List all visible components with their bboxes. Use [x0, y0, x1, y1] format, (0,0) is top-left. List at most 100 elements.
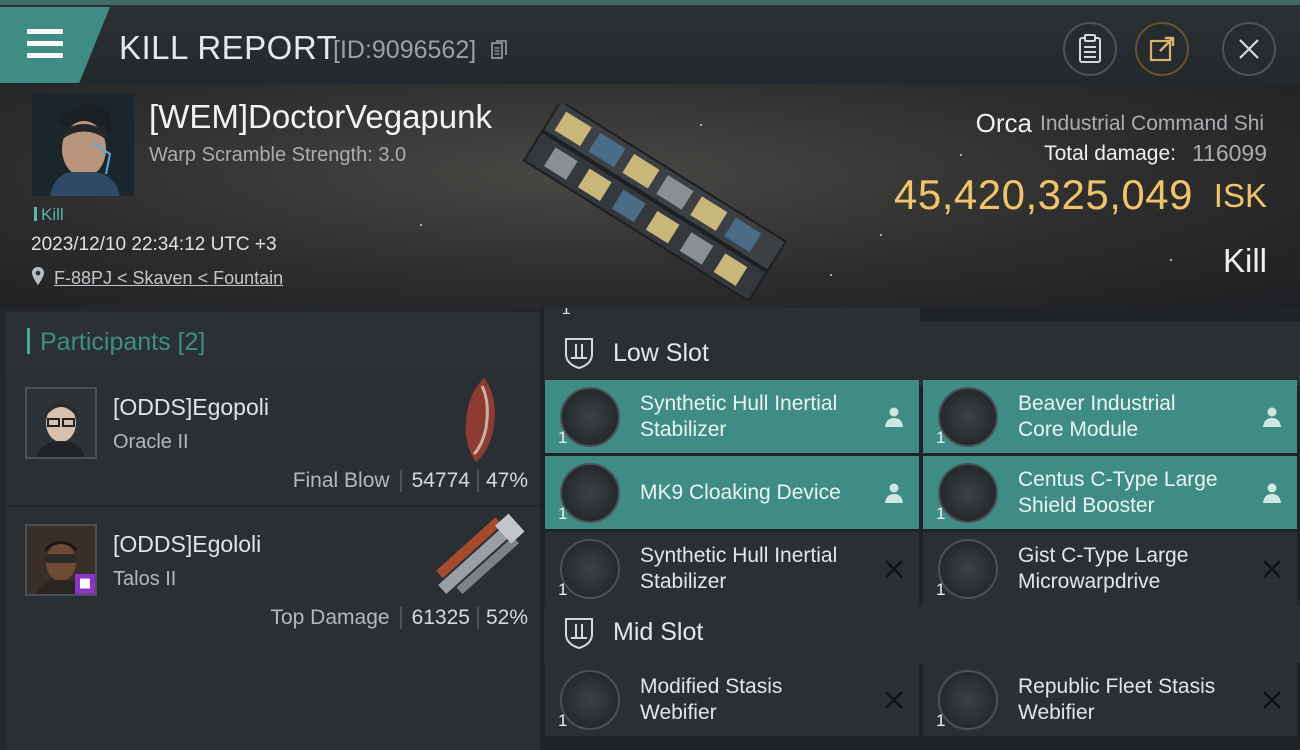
module-card[interactable]: 1 Synthetic Hull Inertial Stabilizer: [545, 532, 919, 605]
module-card[interactable]: 1 Beaver Industrial Core Module: [923, 380, 1297, 453]
location-pin-icon: [32, 267, 44, 285]
victim-portrait-image: [32, 94, 134, 196]
module-name: Synthetic Hull Inertial Stabilizer: [640, 544, 838, 593]
module-name: Synthetic Hull Inertial Stabilizer: [640, 392, 838, 441]
pilot-icon: [885, 407, 903, 427]
copy-icon[interactable]: [491, 40, 507, 60]
participant-row[interactable]: ■ [ODDS]Egololi Talos II Top Damage 6132…: [6, 507, 540, 642]
kill-result: Kill: [1222, 242, 1267, 279]
module-name: Gist C-Type Large Microwarpdrive: [1018, 544, 1189, 593]
participant-stats: Final Blow 54774 47%: [293, 469, 528, 493]
mid-slot-icon: [565, 618, 593, 650]
participant-damage: 54774: [411, 469, 470, 492]
module-card[interactable]: 1 Gist C-Type Large Microwarpdrive: [923, 532, 1297, 605]
module-card[interactable]: 1 Modified Stasis Webifier: [545, 663, 919, 736]
share-button[interactable]: [1135, 22, 1189, 76]
participant-percent: 47%: [485, 469, 528, 492]
core-module-icon: [938, 387, 998, 447]
low-slot-label: Low Slot: [613, 339, 709, 367]
kill-tag: Kill: [34, 205, 64, 225]
close-button[interactable]: [1222, 22, 1276, 76]
participant-ship: Oracle II: [113, 431, 189, 453]
mid-slot-header: Mid Slot: [544, 605, 1300, 663]
module-card[interactable]: 1 Republic Fleet Stasis Webifier: [923, 663, 1297, 736]
isk-unit: ISK: [1213, 177, 1267, 214]
module-quantity: 1: [936, 504, 946, 523]
menu-icon: [27, 29, 63, 59]
participants-panel: Participants [2] [ODDS]Egopoli Oracle II…: [0, 308, 540, 750]
module-name: MK9 Cloaking Device: [640, 481, 841, 504]
pilot-icon: [1263, 407, 1281, 427]
corp-badge-icon: ■: [75, 574, 95, 594]
pilot-icon: [885, 483, 903, 503]
module-quantity: 1: [936, 428, 946, 447]
participant-name[interactable]: [ODDS]Egololi: [113, 531, 261, 558]
clipboard-button[interactable]: [1063, 22, 1117, 76]
victim-ship-class: Industrial Command Shi: [1040, 112, 1265, 135]
low-slot-header: Low Slot: [544, 322, 1300, 386]
kill-location-link[interactable]: F-88PJ < Skaven < Fountain: [54, 268, 283, 289]
microwarpdrive-icon: [938, 539, 998, 599]
module-name: Centus C-Type Large Shield Booster: [1018, 468, 1218, 517]
victim-avatar[interactable]: [32, 94, 134, 196]
module-quantity: 1: [936, 711, 946, 730]
module-name: Modified Stasis Webifier: [640, 675, 783, 724]
participants-header: Participants [2]: [6, 312, 540, 370]
talos-ship-render: [436, 513, 525, 595]
participant-damage: 61325: [411, 606, 470, 629]
participant-name[interactable]: [ODDS]Egopoli: [113, 394, 269, 421]
cloaking-device-icon: [560, 463, 620, 523]
report-id: [ID:9096562]: [333, 36, 477, 64]
hull-stabilizer-icon: [560, 387, 620, 447]
module-card[interactable]: 1 Centus C-Type Large Shield Booster: [923, 456, 1297, 529]
clipboard-icon: [1079, 34, 1101, 63]
kill-summary: [WEM]DoctorVegapunk Warp Scramble Streng…: [0, 84, 1300, 308]
kill-datetime: 2023/12/10 22:34:12 UTC +3: [31, 234, 277, 255]
victim-pilot-name[interactable]: [WEM]DoctorVegapunk: [149, 98, 492, 136]
share-icon: [1149, 36, 1175, 62]
module-card[interactable]: 1 Synthetic Hull Inertial Stabilizer: [545, 380, 919, 453]
oracle-ship-render: [465, 378, 495, 462]
module-name: Beaver Industrial Core Module: [1018, 392, 1176, 441]
participant-role: Final Blow: [292, 469, 390, 492]
warp-scramble-strength: Warp Scramble Strength: 3.0: [149, 144, 407, 166]
participants-empty-area: [6, 642, 540, 750]
participant-avatar[interactable]: ■: [25, 524, 97, 596]
previous-module-sliver: 1: [544, 308, 920, 322]
total-damage-label: Total damage:: [1044, 142, 1176, 165]
participant-ship: Talos II: [113, 568, 177, 590]
total-damage-value: 116099: [1191, 140, 1267, 166]
participants-title: Participants [2]: [40, 328, 206, 356]
stasis-webifier-icon: [938, 670, 998, 730]
shield-booster-icon: [938, 463, 998, 523]
victim-ship-render: [522, 104, 788, 303]
destroyed-x-icon: [1263, 560, 1281, 578]
module-quantity: 1: [558, 504, 568, 523]
isk-value: 45,420,325,049: [894, 171, 1193, 218]
top-bar: KILL REPORT [ID:9096562]: [0, 0, 1300, 84]
module-quantity: 1: [558, 580, 568, 599]
close-icon: [1239, 39, 1259, 59]
hull-stabilizer-icon: [560, 539, 620, 599]
participant-percent: 52%: [485, 606, 528, 629]
destroyed-x-icon: [885, 691, 903, 709]
module-quantity: 1: [562, 308, 571, 318]
module-quantity: 1: [558, 711, 568, 730]
stasis-webifier-icon: [560, 670, 620, 730]
participant-stats: Top Damage 61325 52%: [270, 606, 528, 630]
mid-slot-label: Mid Slot: [613, 618, 704, 646]
pilot-icon: [1263, 483, 1281, 503]
menu-button[interactable]: [0, 7, 110, 83]
participant-avatar[interactable]: [25, 387, 97, 459]
module-card[interactable]: 1 MK9 Cloaking Device: [545, 456, 919, 529]
module-quantity: 1: [936, 580, 946, 599]
participant-portrait-image: [27, 389, 95, 457]
participant-row[interactable]: [ODDS]Egopoli Oracle II Final Blow 54774…: [6, 370, 540, 505]
victim-ship-name[interactable]: Orca: [976, 108, 1032, 139]
fitting-panel: 1 Low Slot 1 Synthetic Hull Inertial Stab…: [540, 308, 1300, 750]
module-quantity: 1: [558, 428, 568, 447]
low-slot-icon: [565, 338, 593, 370]
page-title: KILL REPORT: [119, 29, 338, 66]
module-name: Republic Fleet Stasis Webifier: [1018, 675, 1216, 724]
destroyed-x-icon: [1263, 691, 1281, 709]
